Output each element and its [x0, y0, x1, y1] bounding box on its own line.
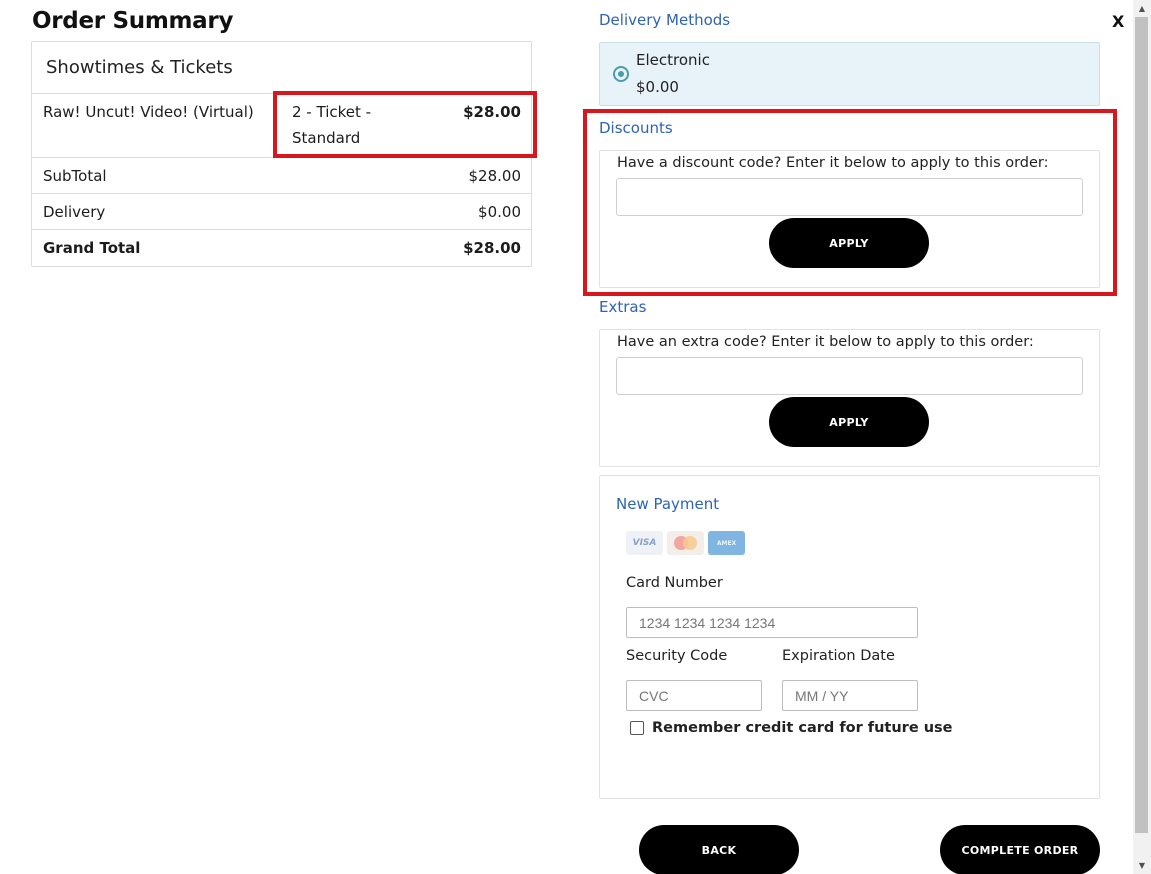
vertical-scrollbar[interactable]: ▲ ▼	[1133, 0, 1151, 874]
radio-selected-icon[interactable]	[613, 66, 629, 82]
grand-total-value: $28.00	[463, 239, 521, 257]
order-summary-table: Showtimes & Tickets Raw! Uncut! Video! (…	[31, 41, 532, 267]
expiration-date-label: Expiration Date	[782, 648, 895, 664]
order-item-row: Raw! Uncut! Video! (Virtual) 2 - Ticket …	[32, 94, 531, 158]
amex-icon: AMEX	[708, 531, 745, 555]
delivery-option-electronic[interactable]: Electronic $0.00	[599, 42, 1100, 106]
mastercard-icon	[667, 531, 704, 555]
discount-apply-button[interactable]: APPLY	[769, 218, 929, 268]
security-code-label: Security Code	[626, 648, 728, 664]
subtotal-label: SubTotal	[43, 166, 107, 185]
payment-card: New Payment VISA AMEX Card Number 1234 1…	[599, 475, 1100, 799]
grand-total-label: Grand Total	[43, 239, 141, 257]
item-price: $28.00	[463, 103, 521, 121]
extras-code-input[interactable]	[616, 357, 1083, 395]
card-logos: VISA AMEX	[626, 531, 745, 555]
delivery-option-name: Electronic	[636, 51, 710, 69]
remember-card-checkbox[interactable]	[630, 721, 644, 735]
extras-title: Extras	[599, 298, 647, 316]
delivery-value: $0.00	[478, 202, 521, 221]
delivery-label: Delivery	[43, 202, 106, 221]
card-number-input[interactable]: 1234 1234 1234 1234	[626, 607, 918, 638]
new-payment-title: New Payment	[616, 495, 720, 513]
visa-icon: VISA	[626, 531, 663, 555]
discounts-title: Discounts	[599, 119, 673, 137]
discount-code-input[interactable]	[616, 178, 1083, 216]
card-number-label: Card Number	[626, 575, 723, 591]
discount-prompt: Have a discount code? Enter it below to …	[617, 155, 1049, 171]
extras-card: Have an extra code? Enter it below to ap…	[599, 329, 1100, 467]
showtimes-tickets-header: Showtimes & Tickets	[32, 42, 531, 94]
discount-card: Have a discount code? Enter it below to …	[599, 150, 1100, 288]
scroll-down-arrow-icon[interactable]: ▼	[1133, 857, 1151, 874]
subtotal-value: $28.00	[468, 166, 522, 185]
expiration-date-input[interactable]: MM / YY	[782, 680, 918, 711]
item-ticket-type: 2 - Ticket - Standard	[292, 103, 372, 147]
page-title: Order Summary	[32, 8, 234, 34]
security-code-input[interactable]: CVC	[626, 680, 762, 711]
item-name: Raw! Uncut! Video! (Virtual)	[32, 94, 274, 157]
remember-card-option[interactable]: Remember credit card for future use	[630, 720, 953, 736]
scroll-up-arrow-icon[interactable]: ▲	[1133, 0, 1151, 17]
scrollbar-thumb[interactable]	[1135, 17, 1148, 833]
complete-order-button[interactable]: COMPLETE ORDER	[940, 825, 1100, 874]
delivery-methods-title: Delivery Methods	[599, 11, 731, 29]
grand-total-row: Grand Total $28.00	[32, 230, 531, 266]
extras-apply-button[interactable]: APPLY	[769, 397, 929, 447]
subtotal-row: SubTotal $28.00	[32, 158, 531, 194]
delivery-option-price: $0.00	[636, 78, 679, 96]
remember-card-label: Remember credit card for future use	[652, 720, 953, 736]
close-button[interactable]: X	[1112, 12, 1124, 31]
delivery-row: Delivery $0.00	[32, 194, 531, 230]
extras-prompt: Have an extra code? Enter it below to ap…	[617, 334, 1034, 350]
back-button[interactable]: BACK	[639, 825, 799, 874]
